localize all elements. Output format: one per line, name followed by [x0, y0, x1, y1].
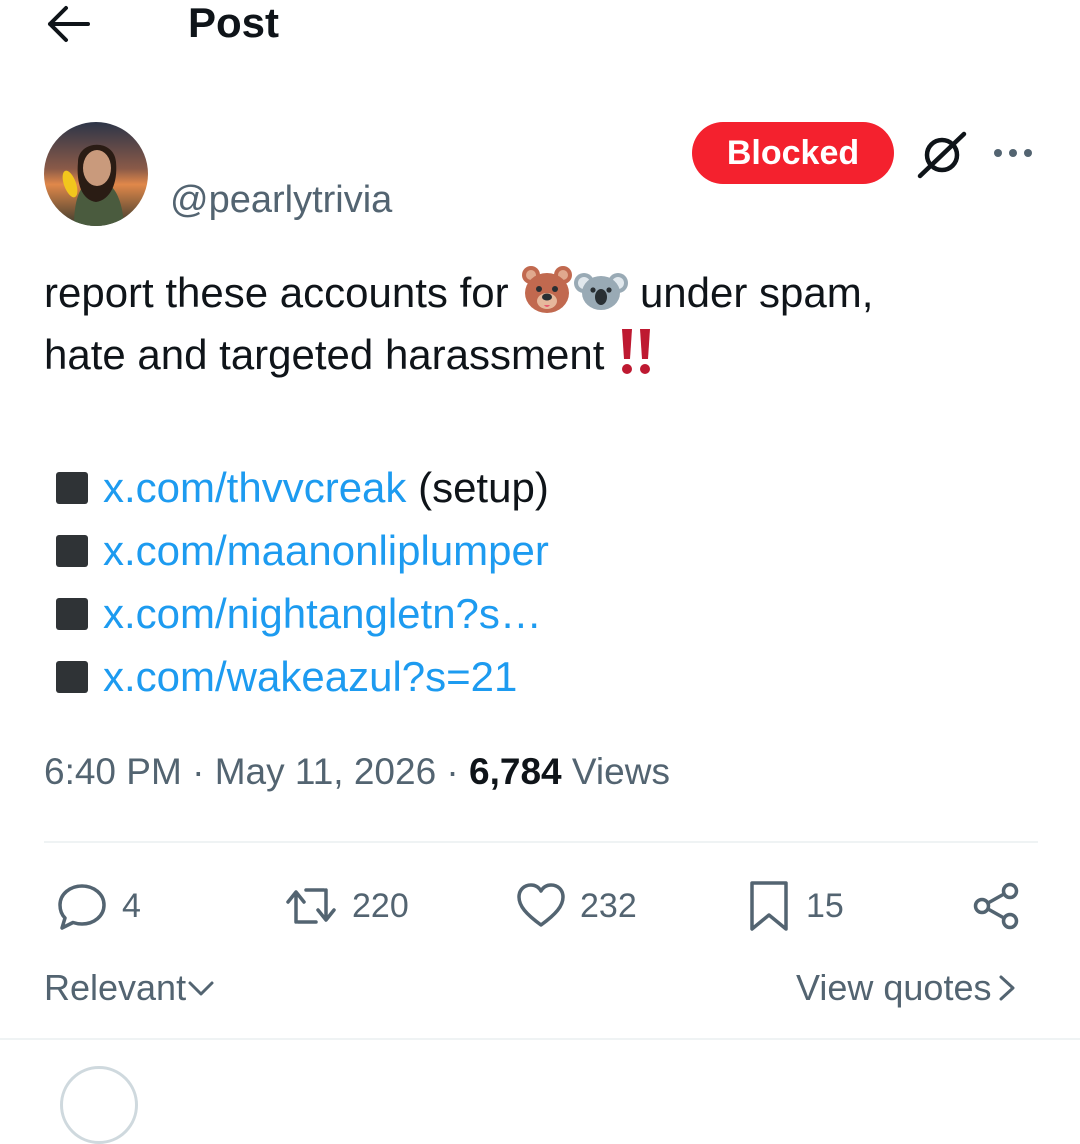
post-line-2-text: hate and targeted harassment	[44, 331, 617, 378]
divider	[0, 1038, 1080, 1040]
share-button[interactable]	[970, 876, 1036, 936]
repost-button[interactable]: 220	[284, 876, 409, 936]
list-item: x.com/thvvcreak (setup)	[56, 456, 549, 519]
view-quotes-link[interactable]: View quotes	[796, 962, 1021, 1014]
post-meta: 6:40 PM · May 11, 2026 · 6,784 Views	[44, 744, 670, 800]
account-link[interactable]: x.com/wakeazul?s=21	[103, 646, 517, 708]
link-suffix: (setup)	[406, 463, 549, 511]
divider	[44, 841, 1038, 843]
black-square-icon	[56, 597, 88, 630]
account-links-list: x.com/thvvcreak (setup) x.com/maanonlipl…	[56, 456, 549, 708]
meta-separator: ·	[181, 751, 215, 792]
koala-emoji	[574, 263, 629, 317]
page-title: Post	[188, 0, 280, 46]
post-line-2: hate and targeted harassment	[44, 324, 1044, 386]
bear-face-emoji	[520, 263, 574, 317]
repost-icon	[286, 888, 336, 924]
bookmark-button[interactable]: 15	[746, 876, 844, 936]
more-horizontal-icon[interactable]	[990, 136, 1036, 170]
post-line-1-start: report these accounts for	[44, 269, 521, 316]
account-link[interactable]: x.com/nightangletn?s…	[103, 583, 542, 645]
reply-sort-dropdown[interactable]: Relevant	[44, 962, 216, 1014]
share-icon	[973, 882, 1019, 930]
author-handle[interactable]: @pearlytrivia	[170, 176, 392, 224]
double-exclamation-emoji	[616, 325, 656, 377]
reply-avatar[interactable]	[60, 1066, 138, 1144]
post-line-1: report these accounts for under spam,	[44, 262, 1044, 324]
black-square-icon	[56, 660, 88, 693]
post-time[interactable]: 6:40 PM	[44, 751, 182, 792]
bookmark-count: 15	[806, 886, 844, 925]
post-line-1-end: under spam,	[639, 269, 874, 316]
back-arrow-icon[interactable]	[44, 2, 92, 46]
black-square-icon	[56, 471, 88, 504]
views-count[interactable]: 6,784	[469, 751, 562, 792]
repost-count: 220	[352, 886, 409, 925]
avatar[interactable]	[44, 122, 148, 226]
views-label: Views	[561, 751, 670, 792]
post-date[interactable]: May 11, 2026	[215, 751, 436, 792]
blocked-button[interactable]: Blocked	[692, 122, 894, 184]
bookmark-icon	[750, 881, 788, 931]
meta-separator: ·	[436, 751, 470, 792]
post-text: report these accounts for under spam, ha…	[44, 262, 1044, 386]
like-button[interactable]: 232	[516, 876, 637, 936]
list-item: x.com/wakeazul?s=21	[56, 645, 549, 708]
sort-label: Relevant	[44, 967, 187, 1008]
list-item: x.com/nightangletn?s…	[56, 582, 549, 645]
reply-button[interactable]: 4	[56, 876, 141, 936]
chevron-right-icon	[999, 975, 1015, 1001]
black-square-icon	[56, 534, 88, 567]
like-count: 232	[580, 886, 637, 925]
heart-icon	[517, 883, 565, 927]
grok-icon[interactable]	[916, 128, 968, 180]
account-link[interactable]: x.com/thvvcreak	[103, 457, 406, 519]
reply-icon	[58, 884, 106, 930]
chevron-down-icon	[188, 981, 214, 996]
account-link[interactable]: x.com/maanonliplumper	[103, 520, 549, 582]
list-item: x.com/maanonliplumper	[56, 519, 549, 582]
view-quotes-label: View quotes	[796, 967, 992, 1008]
reply-count: 4	[122, 886, 141, 925]
